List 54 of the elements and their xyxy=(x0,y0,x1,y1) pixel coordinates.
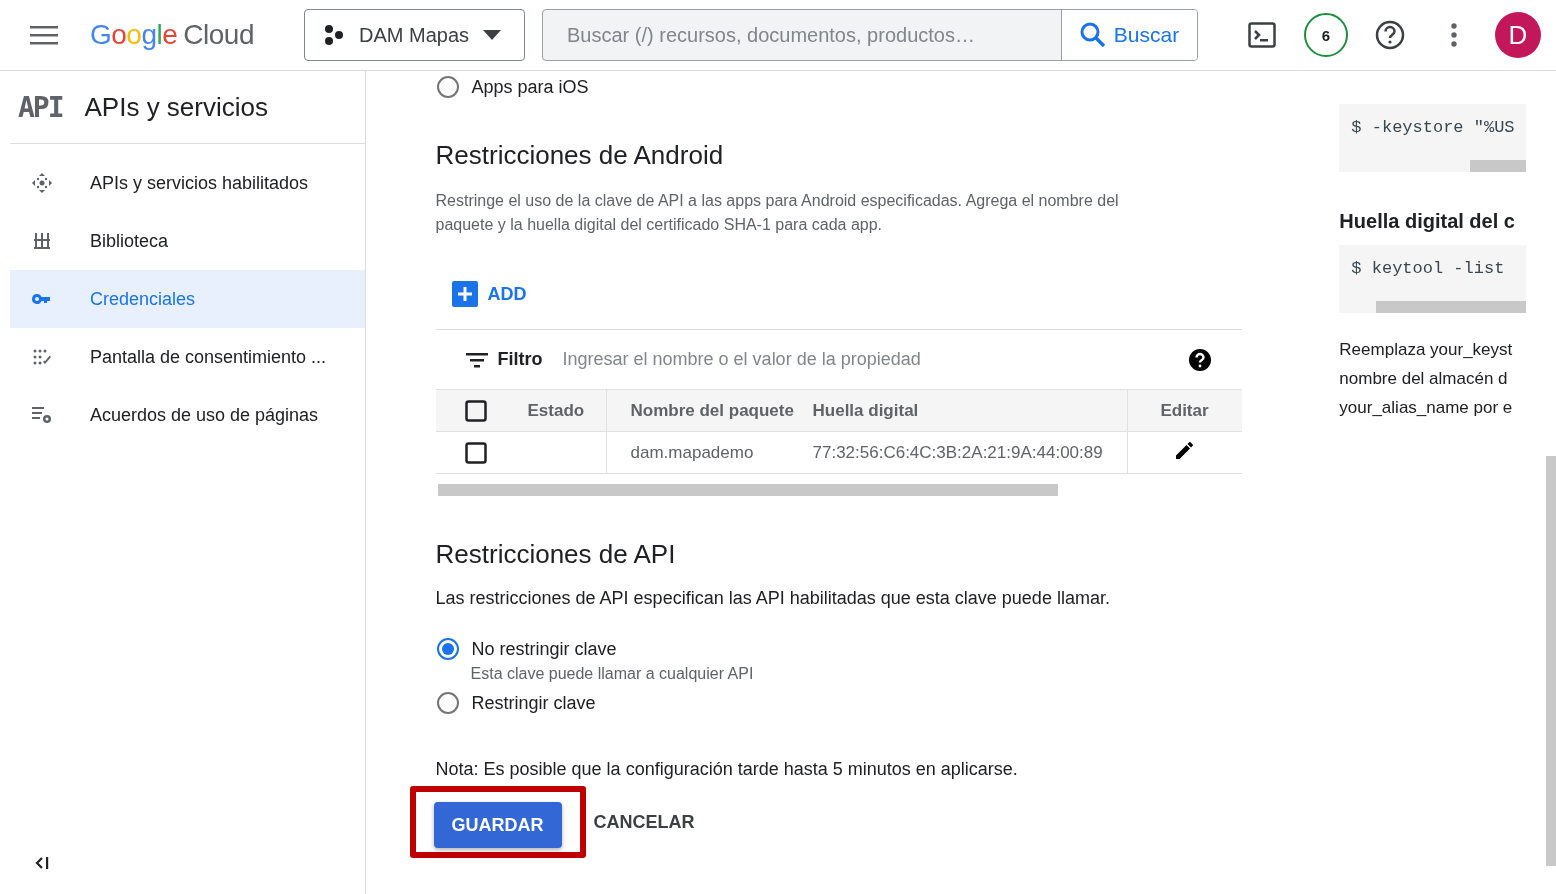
radio-button[interactable] xyxy=(435,637,460,661)
radio-label: Restringir clave xyxy=(471,692,596,714)
edit-icon[interactable] xyxy=(1173,439,1196,461)
project-icon xyxy=(323,24,345,46)
code-block: $ -keystore "%US xyxy=(1339,104,1527,172)
api-label: API xyxy=(17,90,63,124)
radio-button[interactable] xyxy=(435,75,460,99)
radio-label: No restringir clave xyxy=(471,638,617,660)
search-field[interactable]: Buscar (/) recursos, documentos, productos… Buscar xyxy=(542,9,1198,61)
checkbox[interactable] xyxy=(464,399,487,422)
terminal-icon[interactable] xyxy=(1248,22,1276,48)
sidebar-item[interactable]: Acuerdos de uso de páginas xyxy=(9,386,365,444)
plus-icon xyxy=(451,281,478,307)
option-hint: Esta clave puede llamar a cualquier API xyxy=(470,665,755,683)
sidebar-item[interactable]: Biblioteca xyxy=(9,212,365,270)
table-cell: 77:32:56:C6:4C:3B:2A:21:9A:44:00:89 xyxy=(812,431,1127,474)
menu-icon[interactable] xyxy=(30,25,58,45)
section-description: Restringe el uso de la clave de API a las apps para Android especificadas. Agrega el nombre del paquete y la huella digital del certificado SHA-1 para cada app. xyxy=(435,191,1120,235)
scrollbar[interactable] xyxy=(1546,456,1556,866)
column-header: Estado xyxy=(527,389,606,432)
table-cell: dam.mapademo xyxy=(606,431,813,474)
radio-button[interactable] xyxy=(435,691,460,715)
sidebar-item[interactable]: Pantalla de consentimiento ... xyxy=(9,328,365,386)
help-icon[interactable] xyxy=(1375,20,1405,50)
more-options-icon[interactable] xyxy=(1450,23,1458,47)
sidebar-item[interactable]: Credenciales xyxy=(9,270,365,328)
column-header: Nombre del paquete xyxy=(606,389,813,432)
help-icon[interactable] xyxy=(1187,347,1212,372)
checkbox[interactable] xyxy=(464,441,487,464)
panel-heading: Huella digital del c xyxy=(1339,210,1516,233)
search-button[interactable]: Buscar xyxy=(1061,10,1197,60)
column-header: Huella digital xyxy=(812,389,1127,432)
search-icon xyxy=(1079,22,1106,48)
section-description: Las restricciones de API especifican las API habilitadas que esta clave puede llamar. xyxy=(435,588,1111,609)
sidebar-title: APIs y servicios xyxy=(84,91,268,123)
section-heading: Restricciones de API xyxy=(435,539,677,570)
panel-paragraph: Reemplaza your_keyst nombre del almacén d your_alias_name por e xyxy=(1339,339,1514,419)
column-header: Editar xyxy=(1127,389,1242,432)
scrollbar[interactable] xyxy=(437,484,1058,496)
section-heading: Restricciones de Android xyxy=(435,140,725,171)
avatar[interactable]: D xyxy=(1495,12,1541,58)
radio-label: Apps para iOS xyxy=(471,76,589,98)
project-selector[interactable]: DAM Mapas xyxy=(304,9,525,61)
add-button[interactable]: ADD xyxy=(451,275,527,313)
dropdown-caret-icon xyxy=(483,30,502,40)
cancel-button[interactable]: CANCELAR xyxy=(589,803,699,841)
save-button[interactable]: GUARDAR xyxy=(433,802,562,848)
note-text: Nota: Es posible que la configuración tarde hasta 5 minutos en aplicarse. xyxy=(435,759,1019,780)
logo[interactable]: Google Cloud xyxy=(90,19,254,51)
notification-count[interactable]: 6 xyxy=(1304,13,1348,57)
filter-icon xyxy=(465,350,488,369)
filter-label: Filtro xyxy=(497,349,543,370)
sidebar-item[interactable]: APIs y servicios habilitados xyxy=(9,154,365,212)
code-block: $ keytool -list xyxy=(1339,245,1527,313)
